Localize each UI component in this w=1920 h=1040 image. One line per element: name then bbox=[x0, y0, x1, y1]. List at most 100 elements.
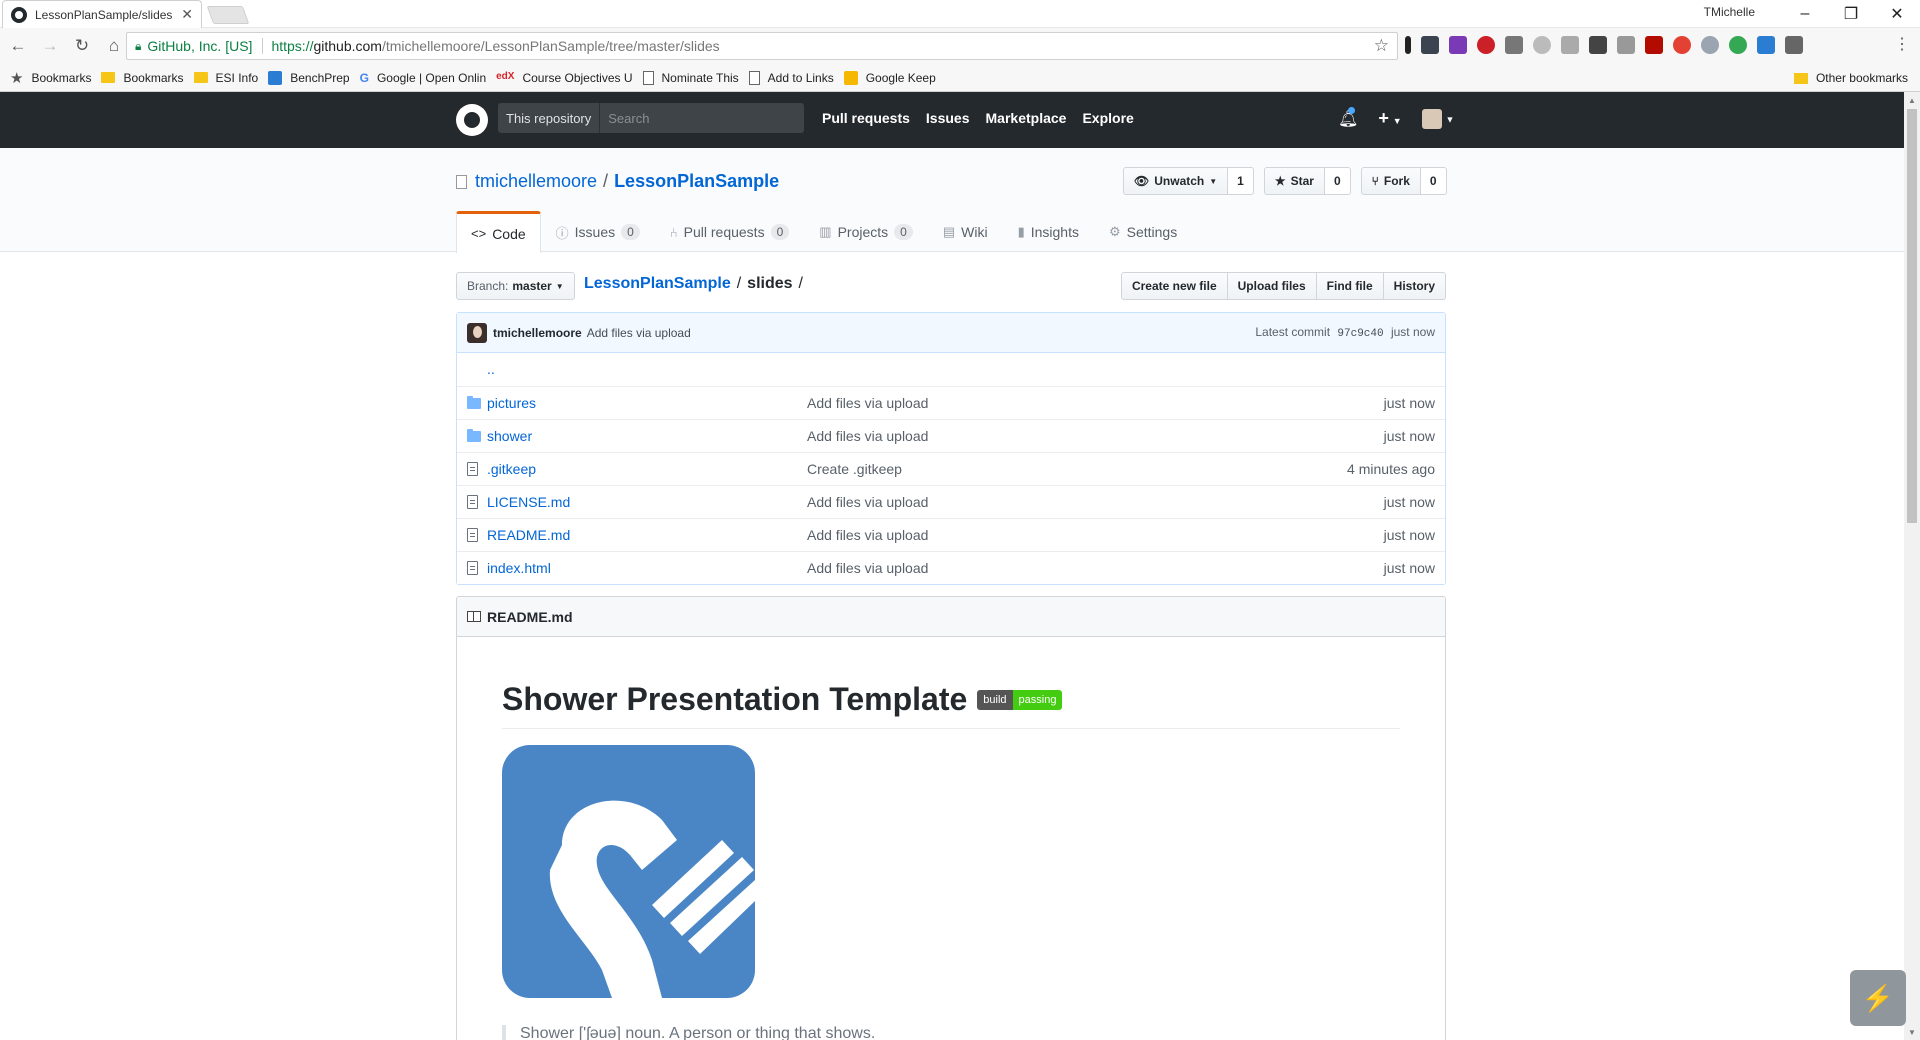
minimize-icon[interactable]: – bbox=[1782, 0, 1828, 28]
nav-issues[interactable]: Issues bbox=[926, 110, 970, 126]
instapaper-icon[interactable] bbox=[1405, 36, 1411, 54]
shower-logo-icon[interactable] bbox=[502, 745, 755, 998]
cast-icon[interactable] bbox=[1785, 36, 1803, 54]
github-logo-icon[interactable] bbox=[456, 104, 488, 136]
commit-message-cell[interactable]: Add files via upload bbox=[807, 386, 1295, 419]
scrollbar-thumb[interactable] bbox=[1907, 109, 1917, 523]
fork-button[interactable]: ⑂ Fork bbox=[1360, 167, 1421, 195]
bookmark-item[interactable]: Nominate This bbox=[642, 70, 739, 85]
commit-author[interactable]: tmichellemoore bbox=[493, 326, 582, 340]
window-user-name[interactable]: TMichelle bbox=[1704, 5, 1755, 19]
ext-cloud-icon[interactable] bbox=[1561, 36, 1579, 54]
forward-arrow-icon[interactable]: → bbox=[36, 32, 64, 60]
reload-icon[interactable]: ↻ bbox=[68, 32, 96, 60]
table-row[interactable]: .. bbox=[457, 353, 1445, 386]
lastpass-icon[interactable] bbox=[1421, 36, 1439, 54]
build-status-badge[interactable]: build passing bbox=[977, 689, 1063, 710]
upload-files-button[interactable]: Upload files bbox=[1226, 272, 1317, 300]
user-menu-dropdown[interactable]: ▼ bbox=[1421, 108, 1454, 129]
commit-message-cell[interactable]: Add files via upload bbox=[807, 551, 1295, 584]
chrome-ext-icon[interactable] bbox=[1673, 36, 1691, 54]
tab-wiki[interactable]: ▤ Wiki bbox=[928, 211, 1003, 252]
repo-owner-link[interactable]: tmichellemoore bbox=[475, 171, 597, 192]
table-row[interactable]: .gitkeep Create .gitkeep 4 minutes ago bbox=[457, 452, 1445, 485]
parent-directory-link[interactable]: .. bbox=[487, 361, 495, 377]
bookmark-item[interactable]: Add to Links bbox=[748, 70, 834, 85]
file-link[interactable]: README.md bbox=[487, 527, 570, 543]
bookmark-item[interactable]: ESI Info bbox=[193, 71, 258, 85]
bookmark-item[interactable]: Bookmarks bbox=[101, 71, 184, 85]
bookmark-item[interactable]: edX Course Objectives U bbox=[496, 71, 632, 85]
commit-sha[interactable]: 97c9c40 bbox=[1337, 328, 1383, 340]
tab-code[interactable]: <> Code bbox=[456, 211, 541, 253]
lightning-extension-button[interactable]: ⚡ bbox=[1850, 970, 1906, 1026]
other-bookmarks[interactable]: Other bookmarks bbox=[1793, 71, 1908, 85]
branch-select[interactable]: Branch: master ▼ bbox=[456, 272, 575, 300]
commit-message-cell[interactable]: Add files via upload bbox=[807, 485, 1295, 518]
repo-name-link[interactable]: LessonPlanSample bbox=[614, 171, 779, 192]
file-link[interactable]: .gitkeep bbox=[487, 461, 536, 477]
tab-issues[interactable]: ⓘ Issues 0 bbox=[541, 211, 655, 252]
file-link[interactable]: index.html bbox=[487, 560, 551, 576]
back-arrow-icon[interactable]: ← bbox=[4, 32, 32, 60]
bookmarks-apps[interactable]: ★ Bookmarks bbox=[10, 69, 91, 87]
tab-pull-requests[interactable]: ⑃ Pull requests 0 bbox=[655, 211, 804, 252]
evernote-icon[interactable] bbox=[1589, 36, 1607, 54]
avatar[interactable] bbox=[467, 322, 487, 343]
bookmark-item[interactable]: G Google | Open Onlin bbox=[360, 71, 487, 85]
notifications-bell-icon[interactable]: 🔔︎ bbox=[1338, 106, 1358, 129]
browser-tab[interactable]: LessonPlanSample/slides ✕ bbox=[2, 0, 202, 28]
table-row[interactable]: pictures Add files via upload just now bbox=[457, 386, 1445, 419]
ext-g-icon[interactable] bbox=[1617, 36, 1635, 54]
file-link[interactable]: pictures bbox=[487, 395, 536, 411]
bookmark-star-icon[interactable]: ☆ bbox=[1374, 36, 1389, 56]
create-new-file-button[interactable]: Create new file bbox=[1120, 272, 1228, 300]
onenote-icon[interactable] bbox=[1449, 36, 1467, 54]
commit-message-cell[interactable]: Create .gitkeep bbox=[807, 452, 1295, 485]
history-button[interactable]: History bbox=[1382, 272, 1446, 300]
new-tab-button[interactable] bbox=[206, 6, 250, 24]
bookmark-item[interactable]: Google Keep bbox=[843, 70, 936, 85]
lock-icon[interactable]: 🔒︎ bbox=[135, 39, 141, 54]
commit-message-cell[interactable]: Add files via upload bbox=[807, 419, 1295, 452]
tab-insights[interactable]: ▮ Insights bbox=[1003, 211, 1094, 252]
ext-blue-icon[interactable] bbox=[1757, 36, 1775, 54]
pinterest-icon[interactable] bbox=[1477, 36, 1495, 54]
watch-count[interactable]: 1 bbox=[1228, 167, 1254, 195]
address-bar[interactable]: 🔒︎ GitHub, Inc. [US] https://github.com /… bbox=[126, 32, 1398, 60]
commit-message-cell[interactable] bbox=[807, 353, 1295, 386]
table-row[interactable]: index.html Add files via upload just now bbox=[457, 551, 1445, 584]
tab-projects[interactable]: ▥ Projects 0 bbox=[804, 211, 928, 252]
find-file-button[interactable]: Find file bbox=[1315, 272, 1384, 300]
fork-count[interactable]: 0 bbox=[1420, 167, 1447, 195]
browser-menu-icon[interactable]: ⋮ bbox=[1894, 34, 1910, 54]
home-icon[interactable]: ⌂ bbox=[100, 32, 128, 60]
table-row[interactable]: LICENSE.md Add files via upload just now bbox=[457, 485, 1445, 518]
star-button[interactable]: ★ Star bbox=[1263, 167, 1325, 195]
close-window-icon[interactable]: ✕ bbox=[1874, 0, 1920, 28]
nav-marketplace[interactable]: Marketplace bbox=[986, 110, 1067, 126]
color-icon[interactable] bbox=[1729, 36, 1747, 54]
nav-explore[interactable]: Explore bbox=[1082, 110, 1133, 126]
certificate-label[interactable]: GitHub, Inc. [US] bbox=[147, 38, 264, 54]
page-scrollbar[interactable]: ▲ ▼ bbox=[1904, 92, 1920, 1040]
nav-pull-requests[interactable]: Pull requests bbox=[822, 110, 910, 126]
table-row[interactable]: shower Add files via upload just now bbox=[457, 419, 1445, 452]
unwatch-button[interactable]: 👁︎ Unwatch ▼ bbox=[1123, 167, 1229, 195]
skype-icon[interactable] bbox=[1701, 36, 1719, 54]
bookmark-item[interactable]: BenchPrep bbox=[268, 70, 350, 85]
file-link[interactable]: shower bbox=[487, 428, 532, 444]
commit-message-cell[interactable]: Add files via upload bbox=[807, 518, 1295, 551]
commit-message[interactable]: Add files via upload bbox=[587, 326, 691, 340]
scroll-down-icon[interactable]: ▼ bbox=[1908, 1028, 1916, 1037]
search-input[interactable] bbox=[600, 103, 804, 133]
restore-icon[interactable]: ❐ bbox=[1828, 0, 1874, 28]
star-count[interactable]: 0 bbox=[1324, 167, 1351, 195]
ext-gray-icon[interactable] bbox=[1505, 36, 1523, 54]
ext-circle-icon[interactable] bbox=[1533, 36, 1551, 54]
create-new-dropdown[interactable]: + ▼ bbox=[1378, 108, 1401, 129]
tab-settings[interactable]: ⚙ Settings bbox=[1094, 211, 1192, 252]
tab-close-icon[interactable]: ✕ bbox=[181, 6, 193, 23]
file-link[interactable]: LICENSE.md bbox=[487, 494, 570, 510]
scroll-up-icon[interactable]: ▲ bbox=[1908, 96, 1916, 105]
